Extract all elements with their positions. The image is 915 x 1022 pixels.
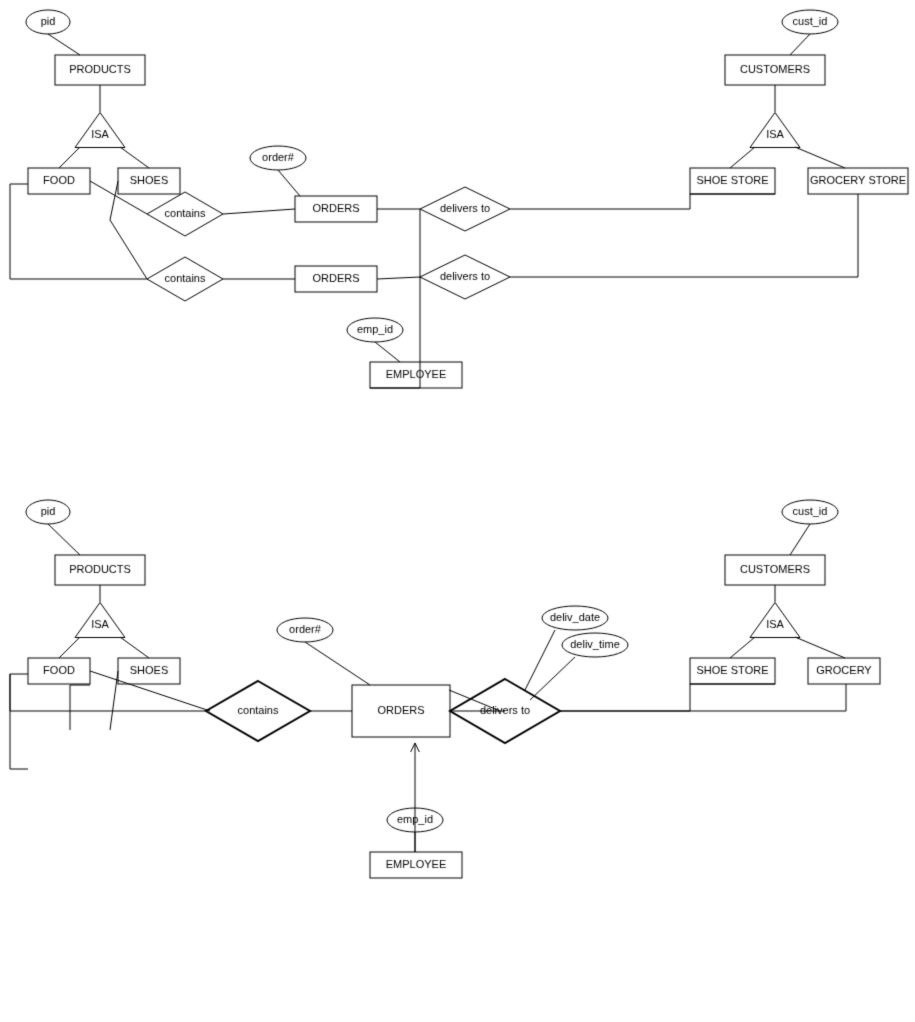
er-diagram [0, 0, 915, 1022]
